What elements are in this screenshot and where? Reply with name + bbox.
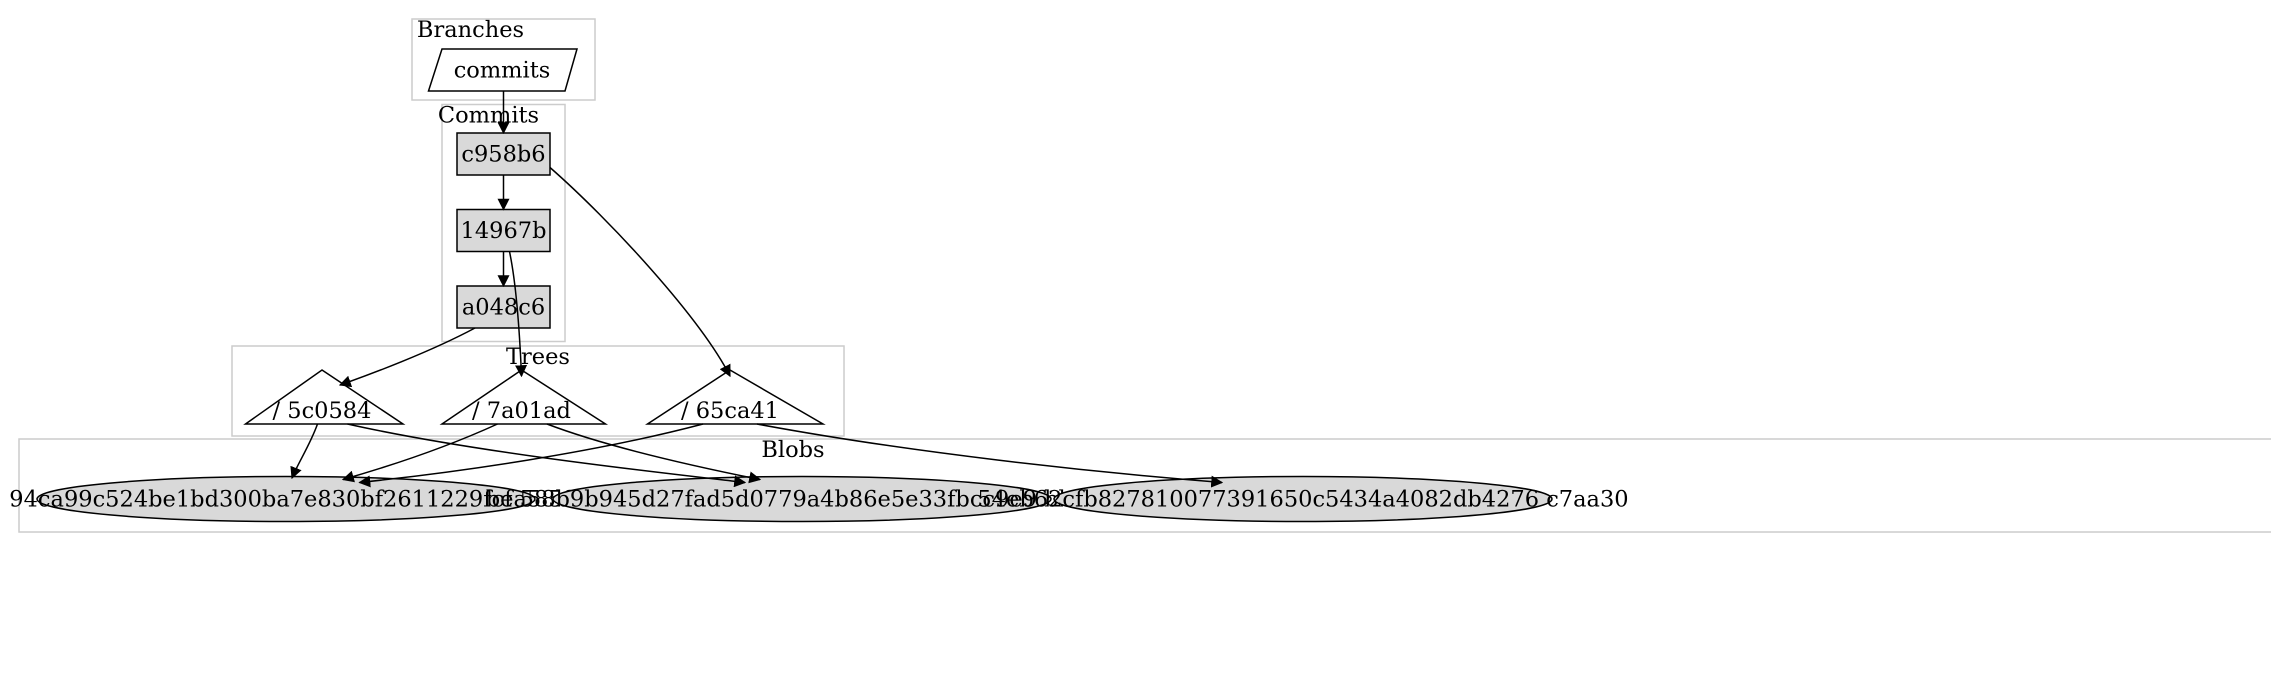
edge-5c0584-to-blob1 [292,424,318,478]
blobs-cluster-label: Blobs [761,437,824,463]
blob-c7aa30-label: 54eb62cfb827810077391650c5434a4082db4276… [977,487,1628,513]
tree-65ca41-label: / 65ca41 [681,398,779,424]
edge-a048c6-to-5c0584 [340,328,475,385]
edge-c958b6-to-65ca41 [550,168,730,377]
commits-cluster-label: Commits [438,103,539,129]
branches-cluster-label: Branches [417,17,524,43]
commit-14967b-label: 14967b [461,218,547,244]
commit-a048c6-label: a048c6 [462,295,545,321]
edge-65ca41-to-blob1 [360,424,704,483]
edge-7a01ad-to-blob1 [343,424,498,480]
git-object-graph: Branches commits Commits c958b6 14967b a… [10,10,2271,679]
trees-cluster-label: Trees [506,344,570,370]
tree-7a01ad-label: / 7a01ad [472,398,571,424]
edge-65ca41-to-blob3 [757,424,1222,483]
branch-label: commits [454,58,551,84]
tree-5c0584-label: / 5c0584 [273,398,372,424]
edge-5c0584-to-blob2 [348,424,746,483]
commit-c958b6-label: c958b6 [461,142,545,168]
